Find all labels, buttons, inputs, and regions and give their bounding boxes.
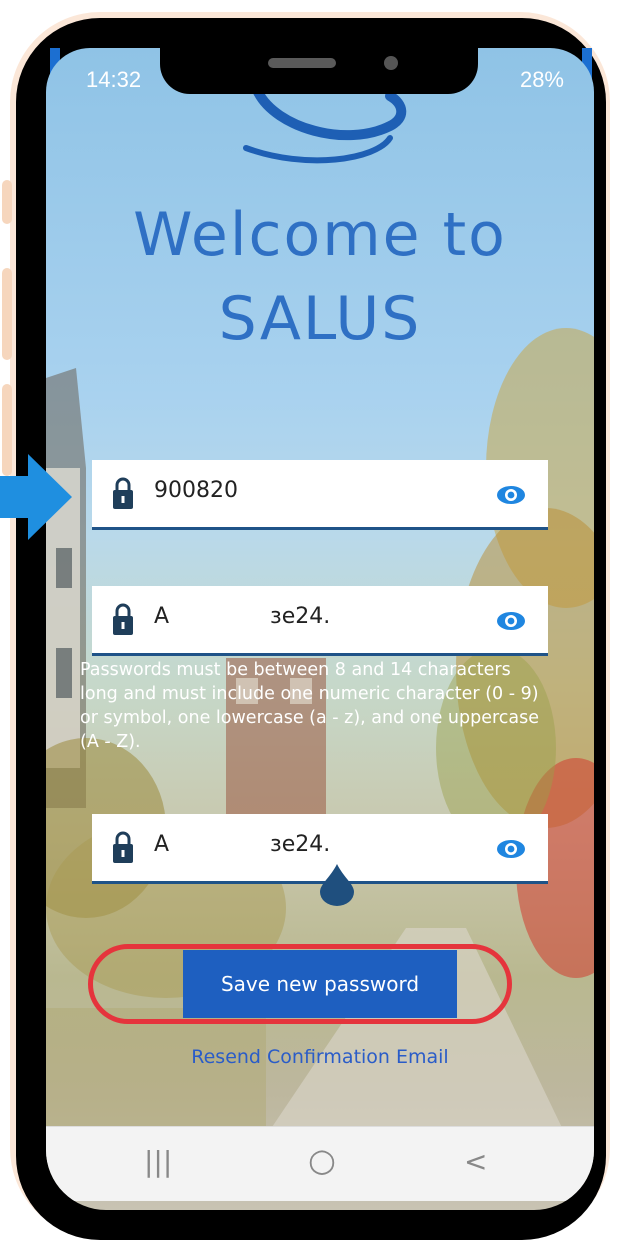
back-button[interactable]: <	[464, 1145, 487, 1178]
password-requirements-hint: Passwords must be between 8 and 14 chara…	[80, 660, 540, 752]
welcome-title: Welcome to	[133, 200, 507, 270]
recent-apps-button[interactable]: |||	[144, 1145, 172, 1178]
status-time: 14:32	[86, 67, 142, 92]
confirm-password-value-start: A	[154, 832, 170, 857]
verification-code-field[interactable]: 900820	[92, 460, 548, 530]
home-button[interactable]: ○	[308, 1141, 336, 1179]
eye-icon[interactable]	[496, 484, 526, 506]
phone-side-button	[2, 268, 12, 360]
resend-confirmation-email-link[interactable]: Resend Confirmation Email	[46, 1046, 594, 1068]
highlight-ring	[88, 944, 512, 1024]
eye-icon[interactable]	[496, 610, 526, 632]
confirm-password-value-end: зe24.	[270, 832, 331, 857]
status-battery: 28%	[519, 67, 564, 92]
lock-icon	[113, 603, 133, 635]
new-password-value-start: A	[154, 604, 170, 629]
welcome-brand: SALUS	[218, 284, 422, 354]
new-password-value-end: зe24.	[270, 604, 331, 629]
pointer-arrow-icon	[0, 454, 72, 540]
phone-speaker	[268, 58, 336, 68]
app-screen: 14:32 28% Welcome to SALUS 900820 A зe24…	[46, 48, 594, 1210]
lock-icon	[113, 477, 133, 509]
phone-side-button	[2, 180, 12, 224]
eye-icon[interactable]	[496, 838, 526, 860]
lock-icon	[113, 831, 133, 863]
text-cursor-handle[interactable]	[320, 864, 354, 906]
verification-code-value: 900820	[154, 478, 238, 503]
new-password-field[interactable]: A зe24.	[92, 586, 548, 656]
front-camera	[384, 56, 398, 70]
navigation-bar: ||| ○ <	[46, 1126, 594, 1201]
phone-notch	[160, 46, 478, 94]
